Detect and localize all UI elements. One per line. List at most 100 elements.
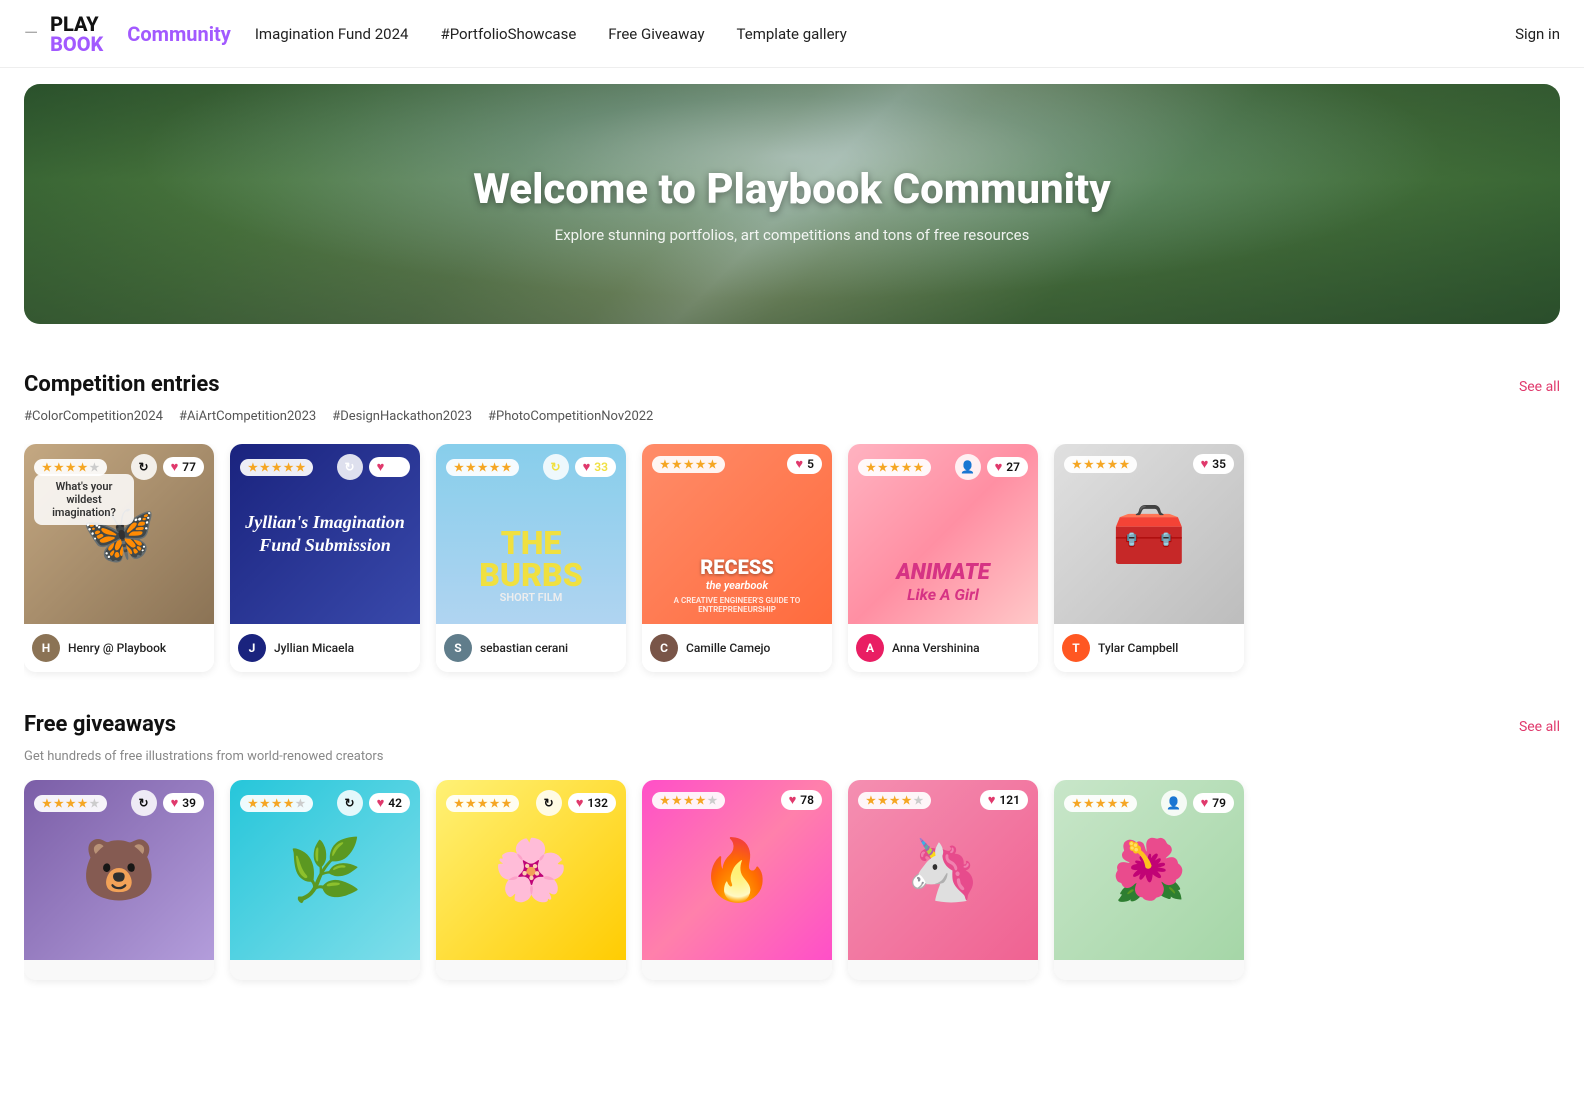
gcard-6-footer xyxy=(1054,960,1244,980)
nav-links: Imagination Fund 2024 #PortfolioShowcase… xyxy=(255,25,1515,43)
star-empty-icon: ★ xyxy=(708,794,718,807)
gcard-6-badge-row: ★ ★ ★ ★ ★ 👤 ♥ 79 xyxy=(1064,790,1234,816)
card-3-avatar: S xyxy=(444,634,472,662)
card-3-stars: ★ ★ ★ ★ ★ xyxy=(446,459,519,476)
card-4-title-wrapper: RECESS the yearbook A CREATIVE ENGINEER'… xyxy=(652,555,822,614)
competition-card-5[interactable]: ★ ★ ★ ★ ★ 👤 ♥ 27 ANIMATE xyxy=(848,444,1038,672)
star-icon: ★ xyxy=(684,458,694,471)
gcard-5-footer xyxy=(848,960,1038,980)
star-icon: ★ xyxy=(272,797,282,810)
nav-link-template-gallery[interactable]: Template gallery xyxy=(737,25,847,43)
star-icon: ★ xyxy=(248,797,258,810)
nav-link-free-giveaway[interactable]: Free Giveaway xyxy=(608,25,704,43)
card-5-title-wrapper: ANIMATE Like A Girl xyxy=(858,560,1028,604)
tag-photo-competition[interactable]: #PhotoCompetitionNov2022 xyxy=(488,409,653,424)
star-icon: ★ xyxy=(454,461,464,474)
gcard-2-likes: ♥ 42 xyxy=(369,793,410,813)
navbar: — PLAY BOOK Community Imagination Fund 2… xyxy=(0,0,1584,68)
competition-card-6[interactable]: ★ ★ ★ ★ ★ ♥ 35 🧰 xyxy=(1054,444,1244,672)
giveaway-card-3[interactable]: ★ ★ ★ ★ ★ ↻ ♥ 132 xyxy=(436,780,626,980)
star-icon: ★ xyxy=(1096,797,1106,810)
card-4-desc: A CREATIVE ENGINEER'S GUIDE TO ENTREPREN… xyxy=(652,596,822,614)
star-icon: ★ xyxy=(490,461,500,474)
tag-design-hackathon[interactable]: #DesignHackathon2023 xyxy=(332,409,472,424)
gcard-4-like-count: 78 xyxy=(800,793,814,807)
heart-icon: ♥ xyxy=(171,795,179,811)
gcard-1-right-badges: ↻ ♥ 39 xyxy=(131,790,204,816)
card-3-author: sebastian cerani xyxy=(480,641,568,655)
profile-icon: 👤 xyxy=(1161,790,1187,816)
star-icon: ★ xyxy=(502,797,512,810)
gcard-5-badge-row: ★ ★ ★ ★ ★ ♥ 121 xyxy=(858,790,1028,810)
card-2-badge-row: ★ ★ ★ ★ ★ ↻ ♥ 29 xyxy=(240,454,410,480)
gcard-1-like-count: 39 xyxy=(182,796,196,810)
card-1-avatar-inner: H xyxy=(32,634,60,662)
gcard-5-likes: ♥ 121 xyxy=(980,790,1028,810)
half-star-icon: ★ xyxy=(914,461,924,474)
star-empty-icon: ★ xyxy=(90,797,100,810)
giveaway-card-1[interactable]: ★ ★ ★ ★ ★ ↻ ♥ 39 xyxy=(24,780,214,980)
gcard-5-like-count: 121 xyxy=(999,793,1020,807)
gcard-2-like-count: 42 xyxy=(388,796,402,810)
competition-card-4[interactable]: ★ ★ ★ ★ ★ ♥ 5 RECESS the ye xyxy=(642,444,832,672)
giveaway-card-6[interactable]: ★ ★ ★ ★ ★ 👤 ♥ 79 xyxy=(1054,780,1244,980)
giveaway-card-5[interactable]: ★ ★ ★ ★ ★ ♥ 121 xyxy=(848,780,1038,980)
star-icon: ★ xyxy=(878,794,888,807)
hero-title: Welcome to Playbook Community xyxy=(473,165,1110,214)
gcard-5-right-badges: ♥ 121 xyxy=(980,790,1028,810)
card-5-title: ANIMATE xyxy=(858,560,1028,585)
giveaways-see-all[interactable]: See all xyxy=(1519,719,1560,735)
refresh-icon: ↻ xyxy=(131,454,157,480)
card-4-badge-row: ★ ★ ★ ★ ★ ♥ 5 xyxy=(652,454,822,474)
card-4-author: Camille Camejo xyxy=(686,641,770,655)
competition-card-1[interactable]: ★ ★ ★ ★ ★ ↻ ♥ 77 What's your wildest xyxy=(24,444,214,672)
star-icon: ★ xyxy=(1096,458,1106,471)
tag-ai-art[interactable]: #AiArtCompetition2023 xyxy=(179,409,316,424)
star-icon: ★ xyxy=(260,797,270,810)
star-icon: ★ xyxy=(696,458,706,471)
competition-cards-row: ★ ★ ★ ★ ★ ↻ ♥ 77 What's your wildest xyxy=(24,444,1560,680)
competition-see-all[interactable]: See all xyxy=(1519,379,1560,395)
giveaways-section: Free giveaways See all Get hundreds of f… xyxy=(0,680,1584,988)
star-icon: ★ xyxy=(696,794,706,807)
card-4-like-count: 5 xyxy=(807,457,814,471)
signin-button[interactable]: Sign in xyxy=(1515,25,1560,43)
giveaway-card-4[interactable]: ★ ★ ★ ★ ★ ♥ 78 xyxy=(642,780,832,980)
card-6-likes: ♥ 35 xyxy=(1193,454,1234,474)
card-1-footer: H Henry @ Playbook xyxy=(24,624,214,672)
star-icon: ★ xyxy=(66,461,76,474)
star-icon: ★ xyxy=(466,461,476,474)
collapse-icon[interactable]: — xyxy=(24,23,38,44)
competition-card-3[interactable]: ★ ★ ★ ★ ★ ↻ ♥ 33 THE xyxy=(436,444,626,672)
card-5-avatar-inner: A xyxy=(856,634,884,662)
star-icon: ★ xyxy=(54,461,64,474)
gcard-3-badge-row: ★ ★ ★ ★ ★ ↻ ♥ 132 xyxy=(446,790,616,816)
star-icon: ★ xyxy=(660,458,670,471)
star-icon: ★ xyxy=(1108,458,1118,471)
star-empty-icon: ★ xyxy=(296,797,306,810)
card-2-like-count: 29 xyxy=(388,460,402,474)
star-icon: ★ xyxy=(684,794,694,807)
card-5-stars: ★ ★ ★ ★ ★ xyxy=(858,459,931,476)
card-2-right-badges: ↻ ♥ 29 xyxy=(337,454,410,480)
hero-subtitle: Explore stunning portfolios, art competi… xyxy=(555,226,1030,244)
competition-card-2[interactable]: ★ ★ ★ ★ ★ ↻ ♥ 29 Jyllian's Imaginati xyxy=(230,444,420,672)
nav-brand: Community xyxy=(127,22,231,46)
nav-link-imagination-fund[interactable]: Imagination Fund 2024 xyxy=(255,25,409,43)
star-icon: ★ xyxy=(708,458,718,471)
card-4-avatar-inner: C xyxy=(650,634,678,662)
logo[interactable]: PLAY BOOK xyxy=(50,14,103,54)
star-icon: ★ xyxy=(502,461,512,474)
star-icon: ★ xyxy=(1084,458,1094,471)
card-4-likes: ♥ 5 xyxy=(787,454,822,474)
star-icon: ★ xyxy=(54,797,64,810)
nav-link-portfolio-showcase[interactable]: #PortfolioShowcase xyxy=(440,25,576,43)
card-2-avatar: J xyxy=(238,634,266,662)
gcard-2-right-badges: ↻ ♥ 42 xyxy=(337,790,410,816)
giveaways-header: Free giveaways See all xyxy=(24,712,1560,737)
star-icon: ★ xyxy=(260,461,270,474)
giveaway-card-2[interactable]: ★ ★ ★ ★ ★ ↻ ♥ 42 xyxy=(230,780,420,980)
card-5-right-badges: 👤 ♥ 27 xyxy=(955,454,1028,480)
gcard-3-stars: ★ ★ ★ ★ ★ xyxy=(446,795,519,812)
tag-color-competition[interactable]: #ColorCompetition2024 xyxy=(24,409,163,424)
